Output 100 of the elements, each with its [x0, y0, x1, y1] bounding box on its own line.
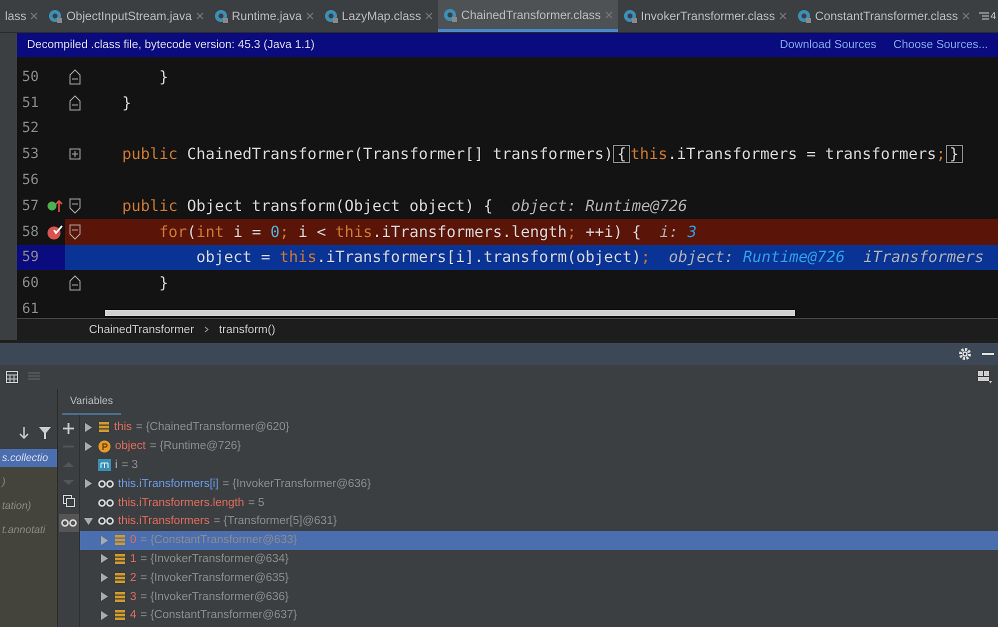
banner-link[interactable]: Choose Sources...: [893, 39, 988, 51]
variable-name: 2: [130, 572, 136, 584]
editor-tab[interactable]: ChainedTransformer.class: [438, 0, 618, 32]
close-icon[interactable]: [962, 12, 970, 20]
tab-overflow-button[interactable]: 4: [977, 0, 998, 32]
watch-icon: [98, 516, 114, 526]
variable-value: = {ChainedTransformer@620}: [136, 421, 290, 434]
class-file-icon: [797, 9, 812, 23]
variable-value: = {ConstantTransformer@637}: [140, 609, 298, 622]
line-number: 51: [21, 94, 40, 111]
variable-row[interactable]: 2 = {InvokerTransformer@635}: [80, 568, 998, 588]
variable-value: = {Transformer[5]@631}: [214, 515, 338, 528]
close-icon[interactable]: [306, 12, 314, 20]
expand-arrow-icon[interactable]: [84, 442, 92, 451]
variable-value: = 5: [248, 496, 264, 509]
editor-tab[interactable]: InvokerTransformer.class: [618, 0, 792, 32]
code-line: public ChainedTransformer(Transformer[] transformers) { this.iTransformers = transformers; }: [85, 145, 998, 164]
fold-end-icon[interactable]: [69, 94, 81, 111]
horizontal-scrollbar[interactable]: [105, 310, 795, 316]
breadcrumb-item[interactable]: transform(): [219, 324, 276, 336]
fold-expand-icon[interactable]: [69, 148, 81, 160]
class-file-icon: [214, 9, 228, 23]
parameter-icon: [98, 440, 111, 453]
breakpoint-icon[interactable]: [46, 224, 64, 240]
expand-arrow-icon[interactable]: [84, 479, 92, 488]
minimize-icon[interactable]: [982, 352, 994, 356]
settings-icon[interactable]: [958, 347, 972, 361]
variable-value: = {ConstantTransformer@633}: [140, 534, 298, 546]
layout-icon[interactable]: [978, 370, 992, 384]
expand-arrow-icon[interactable]: [100, 610, 108, 620]
editor-tab[interactable]: Runtime.java: [208, 0, 319, 32]
field-icon: [114, 590, 126, 603]
variable-row[interactable]: this.iTransformers = {Transformer[5]@631}: [80, 512, 998, 531]
variable-row[interactable]: object = {Runtime@726}: [80, 436, 998, 456]
variable-name: i: [115, 458, 118, 471]
down-arrow-icon[interactable]: [19, 427, 29, 439]
class-file-icon: [622, 9, 637, 23]
line-number: 57: [21, 198, 40, 214]
banner-link[interactable]: Download Sources: [780, 39, 876, 51]
banner-message: Decompiled .class file, bytecode version: 45.3 (Java 1.1): [27, 39, 316, 51]
stack-frame[interactable]: ): [0, 473, 57, 491]
variable-value: = {InvokerTransformer@636}: [140, 590, 289, 603]
watch-toggle-icon[interactable]: [58, 514, 78, 532]
collapse-arrow-icon[interactable]: [84, 516, 92, 526]
line-number: 52: [21, 120, 40, 136]
code-line: }: [158, 68, 170, 86]
fold-start-icon[interactable]: [69, 198, 81, 214]
breadcrumb-item[interactable]: ChainedTransformer: [89, 324, 194, 336]
line-number: 60: [21, 275, 40, 292]
code-line: object = this.iTransformers[i].transform(object); object: Runtime@726 iTransformers: [195, 248, 985, 266]
filter-icon[interactable]: [39, 427, 51, 439]
copy-icon[interactable]: [62, 495, 74, 507]
variables-tab[interactable]: Variables: [62, 395, 121, 415]
chevron-icon: [204, 326, 210, 333]
line-number: 58: [21, 224, 40, 240]
field-icon: [114, 552, 126, 565]
editor-tab[interactable]: lass: [0, 0, 44, 32]
stack-frame[interactable]: t.annotati: [0, 521, 57, 539]
variable-value: = {InvokerTransformer@636}: [222, 478, 371, 490]
stack-frame[interactable]: s.collectio: [0, 449, 57, 467]
variable-name: this: [114, 421, 132, 434]
variable-row[interactable]: 4 = {ConstantTransformer@637}: [80, 606, 998, 625]
add-icon[interactable]: [63, 423, 74, 434]
line-number: 59: [21, 249, 40, 266]
expand-arrow-icon[interactable]: [84, 422, 92, 432]
stack-frame[interactable]: tation): [0, 497, 57, 515]
close-icon[interactable]: [196, 12, 204, 20]
variable-value: = 3: [122, 458, 138, 471]
variable-row[interactable]: 1 = {InvokerTransformer@634}: [80, 550, 998, 568]
code-editor[interactable]: [17, 57, 998, 318]
field-icon: [114, 572, 126, 584]
fold-end-icon[interactable]: [69, 275, 81, 292]
variable-name: this.iTransformers[i]: [118, 478, 219, 490]
line-number: 50: [21, 68, 40, 85]
close-icon[interactable]: [779, 12, 788, 20]
variable-row[interactable]: i = 3: [80, 456, 998, 474]
variable-name: 1: [130, 552, 136, 565]
line-number: 61: [21, 301, 40, 318]
variable-name: this.iTransformers.length: [118, 496, 244, 509]
fold-end-icon[interactable]: [69, 68, 81, 85]
variable-name: 0: [130, 534, 136, 546]
class-file-icon: [443, 8, 458, 22]
expand-arrow-icon[interactable]: [100, 573, 108, 582]
editor-tab[interactable]: LazyMap.class: [318, 0, 438, 32]
close-icon[interactable]: [30, 12, 38, 20]
tab-list-icon[interactable]: [979, 12, 990, 20]
variable-row[interactable]: this = {ChainedTransformer@620}: [80, 418, 998, 437]
table-icon[interactable]: [6, 371, 18, 383]
fold-start-icon[interactable]: [69, 224, 81, 240]
variable-row[interactable]: this.iTransformers.length = 5: [80, 493, 998, 512]
editor-tab[interactable]: ObjectInputStream.java: [43, 0, 209, 32]
variable-row[interactable]: this.iTransformers[i] = {InvokerTransformer@636}: [80, 474, 998, 494]
expand-arrow-icon[interactable]: [100, 554, 108, 564]
expand-arrow-icon[interactable]: [100, 592, 108, 602]
variable-name: this.iTransformers: [118, 515, 210, 528]
override-icon[interactable]: [46, 198, 64, 213]
field-icon: [114, 609, 126, 622]
close-icon[interactable]: [425, 12, 434, 20]
variable-row[interactable]: 3 = {InvokerTransformer@636}: [80, 587, 998, 606]
editor-tab[interactable]: ConstantTransformer.class: [792, 0, 975, 32]
